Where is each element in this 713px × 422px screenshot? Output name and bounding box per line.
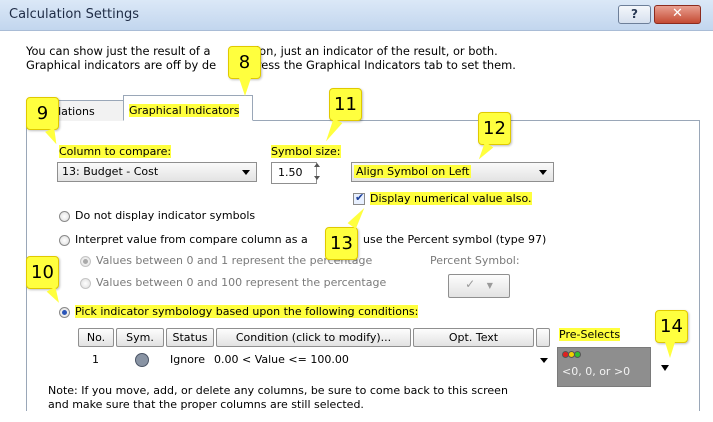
callout-8: 8 (228, 46, 261, 79)
symbol-size-label: Symbol size: (271, 145, 341, 158)
spin-up-icon[interactable] (314, 163, 320, 167)
grid-header-status[interactable]: Status (166, 328, 214, 347)
intro-line2-a: Graphical indicators are off by de (26, 58, 217, 72)
percent-symbol-label: Percent Symbol: (430, 254, 520, 267)
radio-pick-label: Pick indicator symbology based upon the … (75, 305, 419, 318)
grid-header-no[interactable]: No. (78, 328, 114, 347)
help-icon: ? (631, 7, 638, 21)
chevron-down-icon: ▼ (486, 281, 493, 290)
callout-14: 14 (655, 310, 688, 343)
window-title: Calculation Settings (9, 7, 139, 22)
grid-header-condition[interactable]: Condition (click to modify)... (216, 328, 411, 347)
callout-9: 9 (26, 97, 59, 130)
align-symbol-select[interactable]: Align Symbol on Left (351, 162, 554, 182)
radio-range-0-100-label: Values between 0 and 100 represent the p… (96, 276, 387, 289)
green-dot-icon (574, 351, 581, 358)
callout-14-pointer (665, 342, 675, 358)
intro-text: You can show just the result of a ation, … (26, 44, 666, 72)
spin-down-icon[interactable] (314, 176, 320, 180)
check-symbol-icon: ✓ (465, 277, 476, 291)
checkmark-icon: ✔ (355, 191, 365, 204)
grid-header-extra[interactable] (536, 328, 550, 347)
radio-range-0-1[interactable] (80, 256, 91, 267)
radio-range-0-100[interactable] (80, 278, 91, 289)
help-button[interactable]: ? (618, 5, 651, 24)
intro-line2-b: Press the Graphical Indicators tab to se… (250, 58, 516, 72)
compare-label: Column to compare: (59, 145, 172, 158)
callout-12: 12 (478, 112, 511, 145)
row-condition: 0.00 < Value <= 100.00 (214, 353, 349, 366)
preselects-text: <0, 0, or >0 (562, 365, 631, 378)
preselects-dropdown-icon[interactable] (661, 365, 669, 371)
intro-line1-b: ation, just an indicator of the result, … (244, 44, 498, 58)
radio-interpret-percent[interactable] (59, 235, 70, 246)
note-text: Note: If you move, add, or delete any co… (48, 384, 508, 411)
display-numeric-label: Display numerical value also. (370, 192, 532, 205)
callout-10: 10 (26, 256, 59, 289)
tab-graphical-label: Graphical Indicators (129, 104, 240, 117)
circle-symbol-icon (135, 353, 149, 367)
intro-line1-a: You can show just the result of a (26, 44, 211, 58)
close-icon: ✕ (672, 6, 683, 21)
chevron-down-icon (242, 170, 250, 175)
compare-column-select[interactable]: 13: Budget - Cost (57, 162, 257, 182)
radio-no-indicator-label: Do not display indicator symbols (75, 209, 256, 222)
tab-graphical-indicators[interactable]: Graphical Indicators (123, 95, 253, 121)
symbol-size-input[interactable]: 1.50 (271, 162, 317, 184)
chevron-down-icon (539, 170, 547, 175)
chevron-down-icon[interactable] (540, 358, 548, 363)
row-no: 1 (92, 353, 99, 366)
radio-interpret-label-b: use the Percent symbol (type 97) (363, 233, 547, 246)
radio-pick-conditions[interactable] (59, 307, 70, 318)
radio-interpret-label-a: Interpret value from compare column as a (75, 233, 308, 246)
close-button[interactable]: ✕ (654, 5, 701, 24)
callout-13: 13 (325, 227, 358, 260)
preselects-box[interactable]: <0, 0, or >0 (557, 347, 651, 387)
callout-8-pointer (239, 78, 251, 96)
radio-no-indicator[interactable] (59, 211, 70, 222)
grid-header-sym[interactable]: Sym. (116, 328, 164, 347)
callout-11: 11 (329, 88, 362, 121)
grid-header-opt-text[interactable]: Opt. Text (413, 328, 534, 347)
row-status: Ignore (170, 353, 205, 366)
percent-symbol-dropdown[interactable]: ✓ ▼ (448, 274, 510, 298)
preselects-label: Pre-Selects (559, 328, 621, 341)
display-numeric-checkbox[interactable]: ✔ (353, 191, 365, 205)
